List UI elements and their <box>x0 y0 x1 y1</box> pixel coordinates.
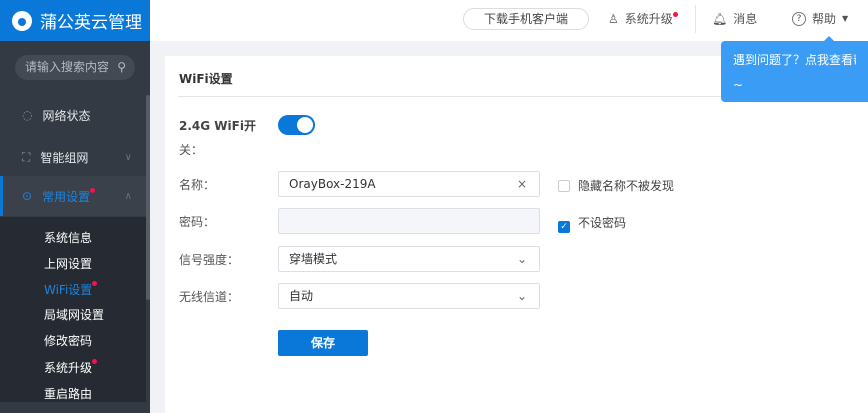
wifi-toggle[interactable] <box>278 115 315 135</box>
signal-label: 信号强度： <box>179 253 240 267</box>
checkbox-icon <box>558 180 570 192</box>
submenu-reboot[interactable]: 重启路由 <box>44 385 92 402</box>
hide-ssid-checkbox[interactable]: 隐藏名称不被发现 <box>558 177 674 194</box>
submenu-internet-settings[interactable]: 上网设置 <box>44 255 92 272</box>
submenu-system-upgrade[interactable]: 系统升级 <box>44 359 98 376</box>
signal-strength-select[interactable]: 穿墙模式 ⌄ <box>278 246 540 272</box>
search-icon: ⚲ <box>117 60 126 74</box>
label: 常用设置 <box>42 189 91 204</box>
system-upgrade-link[interactable]: ♙ 系统升级 <box>608 10 678 27</box>
help-icon: ? <box>792 11 806 26</box>
bell-icon: 🔔︎ <box>712 11 728 26</box>
badge-dot <box>92 359 98 364</box>
tooltip-text-2: ~ <box>733 78 744 92</box>
label: WiFi设置 <box>44 283 93 297</box>
messages-label: 消息 <box>733 12 758 26</box>
app-title: 蒲公英云管理 <box>40 13 142 33</box>
name-label: 名称： <box>179 178 216 192</box>
chevron-down-icon: ∨ <box>124 151 132 163</box>
chevron-down-icon: ⌄ <box>516 289 527 303</box>
password-label: 密码： <box>179 215 216 229</box>
help-menu[interactable]: ? 帮助 ▼ <box>792 10 848 27</box>
settings-icon: ⊙ <box>22 189 33 203</box>
sidebar-search-input[interactable]: 请输入搜索内容 ⚲ <box>15 55 135 80</box>
save-button[interactable]: 保存 <box>278 330 368 356</box>
network-icon: ◌ <box>22 108 33 122</box>
submenu-wifi-settings[interactable]: WiFi设置 <box>44 281 98 298</box>
badge-dot <box>92 281 98 286</box>
password-input[interactable] <box>278 208 540 234</box>
help-label: 帮助 <box>812 12 837 26</box>
wifi-settings-card: WiFi设置 2.4G WiFi开 关： 名称： OrayBox-219A × 隐… <box>165 56 868 413</box>
submenu-system-info[interactable]: 系统信息 <box>44 229 92 246</box>
no-password-checkbox[interactable]: ✓ 不设密码 <box>558 214 626 233</box>
channel-select[interactable]: 自动 ⌄ <box>278 283 540 309</box>
sidebar: 请输入搜索内容 ⚲ ◌ 网络状态 ⛶ 智能组网 ∨ ⊙ 常用设置 ∧ 系统信息 上网设置 W… <box>0 41 150 413</box>
badge-dot <box>90 187 96 193</box>
clear-icon[interactable]: × <box>517 172 527 196</box>
search-placeholder: 请输入搜索内容 <box>25 60 110 74</box>
label: 网络状态 <box>42 108 91 123</box>
sidebar-item-network-status[interactable]: ◌ 网络状态 <box>0 95 146 135</box>
channel-label: 无线信道： <box>179 290 240 304</box>
tooltip-text: 遇到问题了？点我查看帮助 <box>733 53 856 67</box>
no-password-label: 不设密码 <box>578 216 627 230</box>
label: 系统升级 <box>44 361 93 375</box>
badge-dot <box>672 12 678 17</box>
mesh-icon: ⛶ <box>22 149 31 164</box>
chevron-up-icon: ∧ <box>124 190 132 202</box>
hide-ssid-label: 隐藏名称不被发现 <box>578 179 675 193</box>
channel-value: 自动 <box>289 289 314 303</box>
sidebar-item-common-settings[interactable]: ⊙ 常用设置 ∧ <box>0 176 146 216</box>
signal-value: 穿墙模式 <box>289 252 338 266</box>
label: 智能组网 <box>40 150 89 165</box>
ssid-input[interactable]: OrayBox-219A × <box>278 171 540 197</box>
sidebar-item-smart-network[interactable]: ⛶ 智能组网 ∨ <box>0 137 146 177</box>
ssid-value: OrayBox-219A <box>289 177 376 191</box>
submenu-change-password[interactable]: 修改密码 <box>44 332 92 349</box>
help-tooltip[interactable]: 遇到问题了？点我查看帮助 ~ <box>721 36 868 102</box>
caret-down-icon: ▼ <box>842 14 849 23</box>
messages-link[interactable]: 🔔︎ 消息 <box>712 10 757 27</box>
download-app-button[interactable]: 下载手机客户端 <box>463 8 589 30</box>
card-title: WiFi设置 <box>179 72 233 86</box>
app-logo[interactable]: 蒲公英云管理 <box>0 0 150 41</box>
wifi-switch-label: 2.4G WiFi开 <box>179 119 256 133</box>
submenu-lan-settings[interactable]: 局域网设置 <box>44 306 104 323</box>
chevron-down-icon: ⌄ <box>516 252 527 266</box>
checkmark-icon: ✓ <box>558 221 570 233</box>
sidebar-scrollbar[interactable] <box>146 95 150 300</box>
logo-icon <box>12 10 32 31</box>
divider <box>695 5 696 33</box>
rocket-icon: ♙ <box>608 11 619 26</box>
wifi-switch-label-cont: 关： <box>179 143 204 157</box>
upgrade-label: 系统升级 <box>624 12 673 26</box>
